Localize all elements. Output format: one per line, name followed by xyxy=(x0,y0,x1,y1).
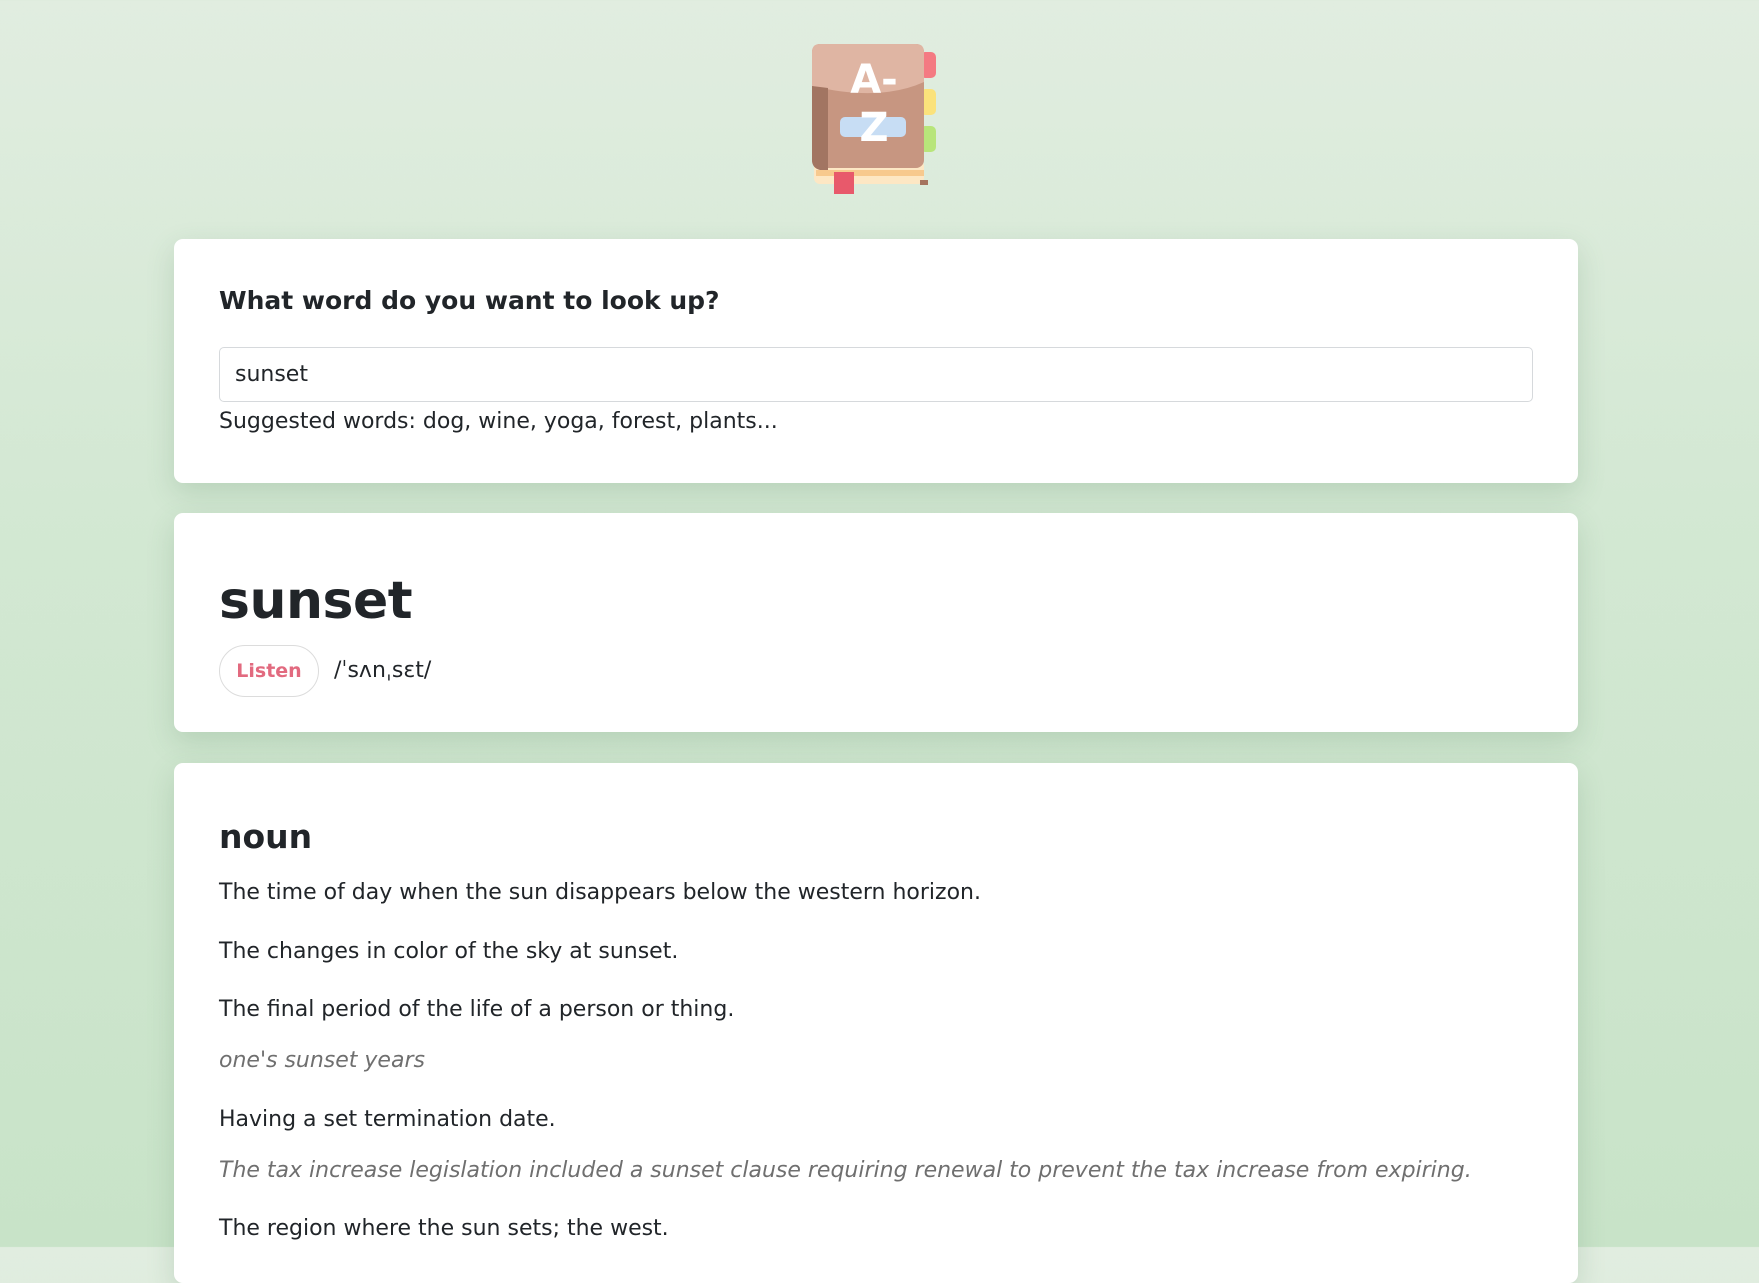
part-of-speech: noun xyxy=(219,817,313,856)
definition-text: Having a set termination date. xyxy=(219,1107,556,1132)
search-input[interactable] xyxy=(219,347,1533,402)
suggested-words: Suggested words: dog, wine, yoga, forest… xyxy=(219,409,778,434)
dictionary-book-icon: A-Z xyxy=(810,42,940,194)
definition-text: The time of day when the sun disappears … xyxy=(219,880,981,905)
logo-text: A-Z xyxy=(850,57,898,151)
search-question: What word do you want to look up? xyxy=(219,286,720,315)
listen-button[interactable]: Listen xyxy=(219,645,319,697)
definition-example: one's sunset years xyxy=(219,1048,425,1073)
definition-example: The tax increase legislation included a … xyxy=(219,1158,1472,1183)
phonetic-text: /ˈsʌnˌsɛt/ xyxy=(334,658,432,683)
word-title: sunset xyxy=(219,571,413,631)
definition-text: The final period of the life of a person… xyxy=(219,997,735,1022)
definition-text: The region where the sun sets; the west. xyxy=(219,1216,669,1241)
definition-text: The changes in color of the sky at sunse… xyxy=(219,939,679,964)
